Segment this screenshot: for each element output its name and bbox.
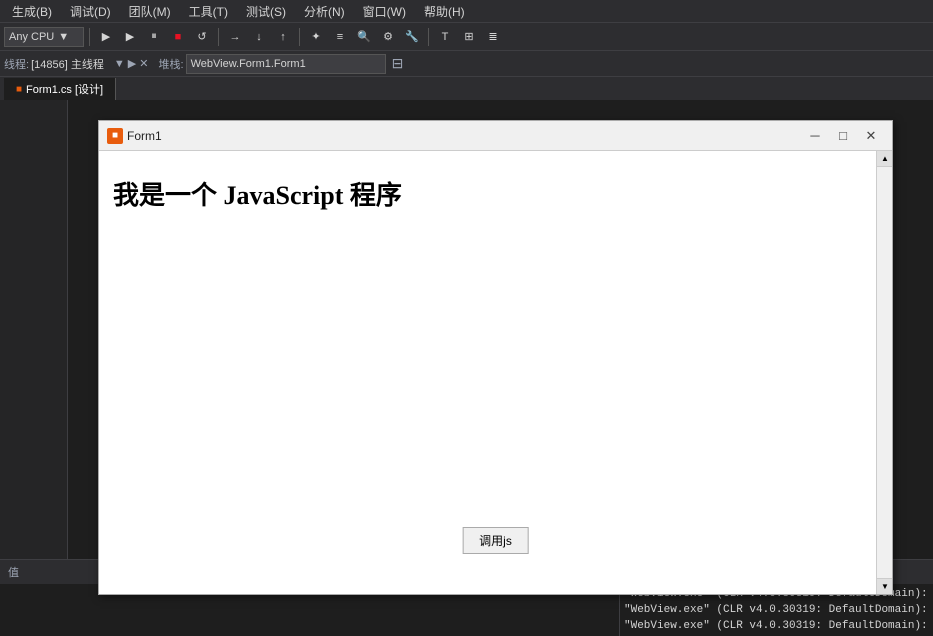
toolbar-btn-e[interactable]: 🔧 (401, 26, 423, 48)
main-toolbar: Any CPU ▼ ▶ ▶ ⏸ ■ ↺ → ↓ ↑ ✦ ≡ 🔍 ⚙ 🔧 T ⊞ … (0, 22, 933, 50)
col-value-label: 值 (8, 564, 19, 580)
toolbar-sep-4 (428, 28, 429, 46)
stack-indicator: ▼ ▶ ✕ (114, 57, 149, 70)
form-minimize-btn[interactable]: ─ (802, 126, 828, 146)
menu-build[interactable]: 生成(B) (4, 1, 60, 22)
tab-label: Form1.cs [设计] (26, 81, 103, 97)
tab-bar: ■ Form1.cs [设计] (0, 76, 933, 100)
stop-btn[interactable]: ■ (167, 26, 189, 48)
output-line-3: "WebView.exe" (CLR v4.0.30319: DefaultDo… (624, 618, 929, 634)
menu-help[interactable]: 帮助(H) (416, 1, 473, 22)
form-maximize-btn[interactable]: □ (830, 126, 856, 146)
form-window-controls: ─ □ ✕ (802, 126, 884, 146)
stack-expand-icon[interactable]: ⊟ (392, 55, 404, 72)
toolbar-btn-c[interactable]: 🔍 (353, 26, 375, 48)
toolbar-btn-d[interactable]: ⚙ (377, 26, 399, 48)
restart-btn[interactable]: ↺ (191, 26, 213, 48)
form-window: ■ Form1 ─ □ ✕ 我是一个 JavaScript 程序 调用js ▲ … (98, 120, 893, 595)
menu-window[interactable]: 窗口(W) (355, 1, 414, 22)
menu-test[interactable]: 测试(S) (238, 1, 294, 22)
menu-bar: 生成(B) 调试(D) 团队(M) 工具(T) 测试(S) 分析(N) 窗口(W… (0, 0, 933, 22)
menu-analyze[interactable]: 分析(N) (296, 1, 353, 22)
toolbar-btn-f[interactable]: T (434, 26, 456, 48)
continue-btn[interactable]: ▶ (95, 26, 117, 48)
tab-form1[interactable]: ■ Form1.cs [设计] (4, 78, 116, 100)
scrollbar-up-arrow[interactable]: ▲ (877, 151, 892, 167)
step-over-btn[interactable]: → (224, 26, 246, 48)
form-title-text: Form1 (127, 129, 798, 143)
toolbar-sep-1 (89, 28, 90, 46)
left-sidebar (0, 100, 68, 559)
stack-label: 堆栈: (159, 56, 184, 72)
form-scrollbar[interactable]: ▲ ▼ (876, 151, 892, 594)
toolbar-btn-b[interactable]: ≡ (329, 26, 351, 48)
toolbar-sep-3 (299, 28, 300, 46)
stack-dropdown[interactable]: WebView.Form1.Form1 (186, 54, 386, 74)
toolbar-btn-2[interactable]: ▶ (119, 26, 141, 48)
thread-label: 线程: (4, 56, 29, 72)
menu-debug[interactable]: 调试(D) (62, 1, 119, 22)
cpu-label: Any CPU (9, 31, 54, 43)
step-out-btn[interactable]: ↑ (272, 26, 294, 48)
form-heading: 我是一个 JavaScript 程序 (113, 175, 402, 212)
step-into-btn[interactable]: ↓ (248, 26, 270, 48)
cpu-dropdown[interactable]: Any CPU ▼ (4, 27, 84, 47)
toolbar-btn-a[interactable]: ✦ (305, 26, 327, 48)
toolbar-sep-2 (218, 28, 219, 46)
pause-btn[interactable]: ⏸ (143, 26, 165, 48)
design-canvas: ■ Form1 ─ □ ✕ 我是一个 JavaScript 程序 调用js ▲ … (68, 100, 933, 559)
scrollbar-down-arrow[interactable]: ▼ (877, 578, 892, 594)
cpu-dropdown-arrow: ▼ (58, 31, 69, 43)
toolbar-btn-g[interactable]: ⊞ (458, 26, 480, 48)
tab-icon: ■ (16, 84, 22, 95)
form-body: 我是一个 JavaScript 程序 调用js ▲ ▼ (99, 151, 892, 594)
output-line-2: "WebView.exe" (CLR v4.0.30319: DefaultDo… (624, 602, 929, 618)
debug-bar: 线程: [14856] 主线程 ▼ ▶ ✕ 堆栈: WebView.Form1.… (0, 50, 933, 76)
stack-value: WebView.Form1.Form1 (191, 58, 306, 70)
menu-tools[interactable]: 工具(T) (181, 1, 236, 22)
form-titlebar[interactable]: ■ Form1 ─ □ ✕ (99, 121, 892, 151)
main-area: ■ Form1 ─ □ ✕ 我是一个 JavaScript 程序 调用js ▲ … (0, 100, 933, 559)
form-title-icon: ■ (107, 128, 123, 144)
form-close-btn[interactable]: ✕ (858, 126, 884, 146)
menu-team[interactable]: 团队(M) (121, 1, 179, 22)
call-js-button[interactable]: 调用js (462, 527, 529, 554)
thread-value: [14856] 主线程 (31, 56, 104, 72)
toolbar-btn-h[interactable]: ≣ (482, 26, 504, 48)
